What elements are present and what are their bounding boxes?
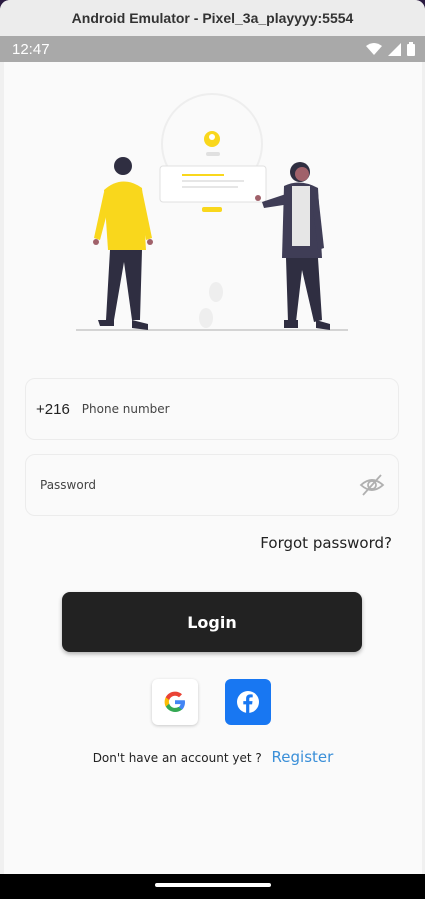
app-screen: +216 Forgot password? Login — [4, 62, 422, 874]
home-gesture-pill[interactable] — [155, 883, 271, 887]
register-prompt: Don't have an account yet ? — [92, 751, 262, 765]
google-icon — [164, 691, 185, 712]
password-field[interactable] — [25, 454, 399, 516]
battery-icon — [407, 42, 415, 56]
google-login-button[interactable] — [152, 679, 198, 725]
register-link[interactable]: Register — [272, 748, 334, 766]
forgot-password-link[interactable]: Forgot password? — [260, 534, 392, 552]
navigation-bar — [0, 874, 425, 899]
status-time: 12:47 — [12, 40, 50, 58]
phone-input[interactable] — [79, 401, 398, 417]
password-input[interactable] — [38, 477, 358, 493]
phone-field[interactable]: +216 — [25, 378, 399, 440]
wifi-icon — [366, 43, 382, 55]
facebook-login-button[interactable] — [225, 679, 271, 725]
status-bar: 12:47 — [0, 36, 425, 62]
register-row: Don't have an account yet ? Register — [4, 748, 422, 766]
facebook-icon — [237, 691, 259, 713]
login-illustration — [76, 93, 348, 331]
country-code-prefix[interactable]: +216 — [36, 401, 70, 418]
cell-signal-icon — [388, 42, 401, 56]
login-button[interactable]: Login — [62, 592, 362, 652]
window-title: Android Emulator - Pixel_3a_playyyy:5554 — [0, 0, 425, 36]
emulator-window: Android Emulator - Pixel_3a_playyyy:5554… — [0, 0, 425, 899]
eye-off-icon[interactable] — [358, 471, 386, 499]
